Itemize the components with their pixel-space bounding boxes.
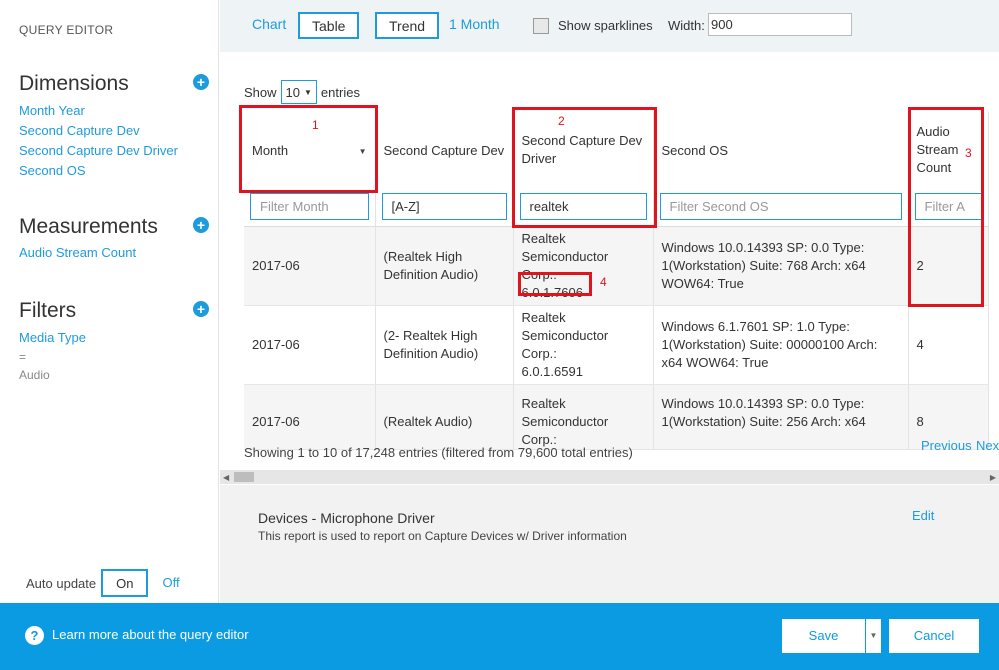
entries-select[interactable]: 10 ▼: [280, 80, 317, 104]
help-icon[interactable]: ?: [25, 626, 44, 645]
column-header-device[interactable]: Second Capture Dev: [375, 112, 514, 188]
chart-tab[interactable]: Chart: [252, 12, 286, 39]
previous-page-link[interactable]: Previous: [921, 438, 972, 453]
auto-update-toggle: Auto update On Off: [26, 569, 194, 597]
filter-device-input[interactable]: [A-Z]: [381, 193, 507, 221]
view-toolbar: Chart Table Trend 1 Month Show sparkline…: [220, 0, 999, 52]
annotation-box-month: [239, 105, 378, 193]
table-tab[interactable]: Table: [298, 12, 360, 39]
scrollbar-thumb[interactable]: [234, 472, 254, 482]
annotation-number: 3: [965, 146, 972, 160]
report-title: Devices - Microphone Driver: [258, 510, 435, 526]
annotation-number: 2: [558, 114, 565, 128]
main-panel: Chart Table Trend 1 Month Show sparkline…: [220, 0, 999, 603]
add-dimension-icon[interactable]: +: [193, 74, 209, 90]
dimension-second-capture-dev-driver[interactable]: Second Capture Dev Driver: [19, 141, 214, 161]
report-table-area: Show 10 ▼ entries Month ▼ Second Capture…: [220, 52, 999, 485]
period-link[interactable]: 1 Month: [449, 12, 500, 39]
cell-count: 4: [908, 305, 989, 385]
cell-device: (2- Realtek High Definition Audio): [375, 305, 514, 385]
sidebar-title: QUERY EDITOR: [19, 23, 114, 37]
measurements-heading: Measurements: [19, 215, 158, 238]
cell-month: 2017-06: [244, 384, 376, 450]
dimensions-section: Dimensions + Month Year Second Capture D…: [19, 72, 214, 181]
select-caret-icon: ▼: [304, 87, 312, 97]
measurement-audio-stream-count[interactable]: Audio Stream Count: [19, 243, 214, 263]
cancel-button[interactable]: Cancel: [889, 619, 979, 653]
dimension-month-year[interactable]: Month Year: [19, 101, 214, 121]
cell-month: 2017-06: [244, 226, 376, 306]
cell-os: Windows 6.1.7601 SP: 1.0 Type: 1(Worksta…: [653, 305, 909, 385]
sparklines-label: Show sparklines: [558, 18, 653, 33]
table-row: 2017-06 (2- Realtek High Definition Audi…: [244, 305, 989, 385]
filter-value: Audio: [19, 368, 50, 382]
cell-month: 2017-06: [244, 305, 376, 385]
filter-month-input[interactable]: Filter Month: [250, 193, 369, 221]
learn-more-link[interactable]: Learn more about the query editor: [52, 627, 249, 642]
column-header-os[interactable]: Second OS: [653, 112, 909, 188]
annotation-number: 4: [600, 275, 607, 289]
cell-driver: Realtek Semiconductor Corp.: 6.0.1.6591: [513, 305, 654, 385]
trend-button[interactable]: Trend: [375, 12, 440, 39]
table-row: 2017-06 (Realtek Audio) Realtek Semicond…: [244, 384, 989, 450]
measurements-section: Measurements + Audio Stream Count: [19, 215, 214, 263]
width-input[interactable]: 900: [708, 13, 852, 36]
annotation-number: 1: [312, 118, 319, 132]
chevron-down-icon: ▼: [869, 631, 878, 640]
report-info: Devices - Microphone Driver This report …: [220, 485, 999, 603]
auto-update-off-button[interactable]: Off: [148, 569, 194, 597]
save-options-dropdown[interactable]: ▼: [866, 619, 881, 653]
annotation-box-version: [518, 272, 592, 296]
auto-update-label: Auto update: [26, 575, 97, 591]
cell-os: Windows 10.0.14393 SP: 0.0 Type: 1(Works…: [653, 384, 909, 450]
dimensions-heading: Dimensions: [19, 72, 129, 95]
driver-name: Realtek Semiconductor Corp.:: [521, 309, 609, 361]
scroll-right-icon[interactable]: ▶: [990, 473, 996, 482]
filter-media-type[interactable]: Media Type: [19, 328, 214, 348]
cell-device: (Realtek High Definition Audio): [375, 226, 514, 306]
filter-operator: =: [19, 350, 27, 364]
footer-bar: ? Learn more about the query editor Save…: [0, 603, 999, 670]
add-filter-icon[interactable]: +: [193, 301, 209, 317]
cell-os: Windows 10.0.14393 SP: 0.0 Type: 1(Works…: [653, 226, 909, 306]
annotation-box-driver: [512, 107, 657, 228]
edit-report-link[interactable]: Edit: [912, 508, 934, 523]
entries-select-value: 10: [285, 84, 300, 100]
sparklines-checkbox[interactable]: [533, 18, 549, 34]
auto-update-on-button[interactable]: On: [101, 569, 149, 597]
query-editor-sidebar: QUERY EDITOR Dimensions + Month Year Sec…: [0, 0, 219, 603]
next-page-link[interactable]: Next: [976, 438, 999, 453]
width-label: Width:: [668, 18, 705, 33]
driver-version: 6.0.1.6591: [521, 363, 583, 379]
add-measurement-icon[interactable]: +: [193, 217, 209, 233]
report-description: This report is used to report on Capture…: [258, 529, 627, 543]
save-button[interactable]: Save: [782, 619, 865, 653]
cell-driver: Realtek Semiconductor Corp.:: [513, 384, 654, 450]
table-row: 2017-06 (Realtek High Definition Audio) …: [244, 226, 989, 306]
entries-label: entries: [320, 84, 360, 100]
show-label: Show: [244, 84, 277, 100]
horizontal-scrollbar[interactable]: ◀ ▶: [220, 470, 999, 484]
table-summary: Showing 1 to 10 of 17,248 entries (filte…: [244, 445, 633, 460]
filters-heading: Filters: [19, 299, 77, 322]
filters-section: Filters + Media Type = Audio: [19, 299, 214, 384]
entries-length-control: Show 10 ▼ entries: [244, 80, 360, 104]
annotation-box-count: [908, 107, 984, 307]
cell-device: (Realtek Audio): [375, 384, 514, 450]
dimension-second-capture-dev[interactable]: Second Capture Dev: [19, 121, 214, 141]
filter-os-input[interactable]: Filter Second OS: [659, 193, 902, 221]
scroll-left-icon[interactable]: ◀: [223, 473, 229, 482]
dimension-second-os[interactable]: Second OS: [19, 161, 214, 181]
